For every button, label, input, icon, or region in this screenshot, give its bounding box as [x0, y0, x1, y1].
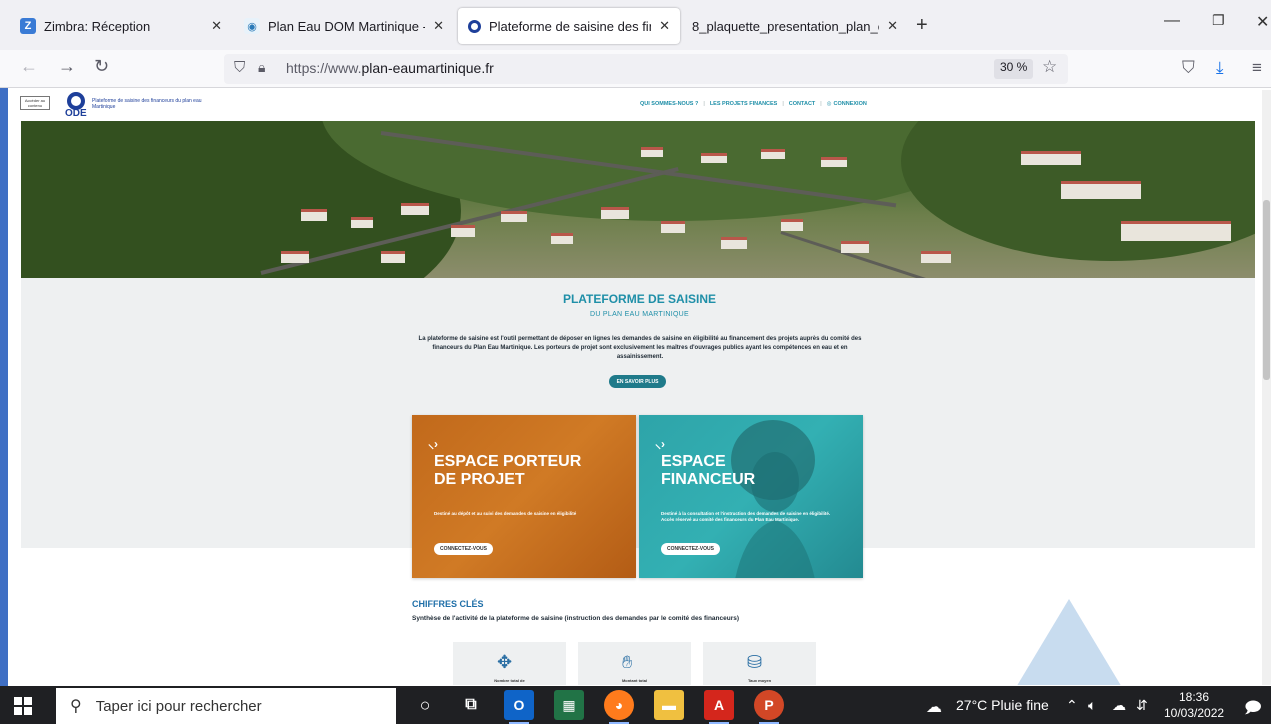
tracking-shield-icon[interactable]: ⛉: [234, 59, 245, 76]
zoom-level[interactable]: 30 %: [994, 59, 1034, 79]
windows-start-icon[interactable]: [14, 697, 32, 715]
notifications-icon[interactable]: 🗩: [1244, 697, 1262, 724]
restore-icon[interactable]: ❐: [1212, 12, 1225, 29]
portrait-image: [731, 420, 815, 578]
nav-projets-finances[interactable]: LES PROJETS FINANCES: [710, 101, 778, 107]
url-text[interactable]: https://www.plan-eaumartinique.fr: [286, 60, 494, 76]
windows-taskbar: ⚲ Taper ici pour rechercher ○ ⧉ O ▦ ◕ ▬ …: [0, 686, 1271, 724]
espace-financeur-card[interactable]: ⸜› ESPACE FINANCEUR Destiné à la consult…: [639, 415, 863, 578]
site-nav: QUI SOMMES-NOUS ? | LES PROJETS FINANCES…: [640, 101, 867, 107]
back-icon[interactable]: ←: [20, 56, 38, 77]
firefox-icon[interactable]: ◕: [604, 690, 634, 724]
stats-subtitle: Synthèse de l'activité de la plateforme …: [412, 615, 740, 622]
download-icon[interactable]: ⤓: [1216, 58, 1224, 78]
screen: Z Zimbra: Réception ✕ ◉ Plan Eau DOM Mar…: [0, 0, 1271, 724]
platform-description: La plateforme de saisine est l'outil per…: [418, 336, 862, 360]
window-edge: [0, 88, 8, 686]
card-description: Destiné à la consultation et l'instructi…: [661, 511, 831, 522]
outlook-icon[interactable]: O: [504, 690, 534, 724]
tab-plaquette[interactable]: 8_plaquette_presentation_plan_eau_ ✕: [682, 8, 908, 44]
onedrive-icon[interactable]: ☁: [1112, 697, 1126, 714]
acrobat-icon[interactable]: A: [704, 690, 734, 724]
hand-money-icon: ✋︎: [622, 652, 633, 672]
calculator-icon[interactable]: ▦: [554, 690, 584, 720]
close-tab-icon[interactable]: ✕: [211, 18, 222, 34]
pocket-icon[interactable]: ⛉: [1182, 58, 1195, 78]
card-description: Destiné au dépôt et au suivi des demande…: [434, 511, 577, 516]
intro-section: [21, 278, 1255, 548]
minimize-icon[interactable]: —: [1164, 12, 1180, 30]
cortana-icon[interactable]: ○: [410, 690, 440, 720]
tab-plateforme-saisine[interactable]: Plateforme de saisine des financ ✕: [458, 8, 680, 44]
search-icon: ⚲: [70, 698, 82, 715]
page-scrollbar[interactable]: [1262, 90, 1271, 685]
close-window-icon[interactable]: ✕: [1256, 12, 1269, 32]
ode-logo-text: ODE: [65, 108, 87, 119]
site-tagline: Plateforme de saisine des financeurs du …: [92, 98, 202, 110]
volume-icon[interactable]: 🔈︎: [1088, 697, 1096, 714]
close-tab-icon[interactable]: ✕: [433, 18, 444, 34]
powerpoint-icon[interactable]: P: [754, 690, 784, 724]
forward-icon[interactable]: →: [58, 56, 76, 77]
decorative-triangle: [1009, 599, 1129, 685]
ode-icon: [468, 19, 481, 33]
platform-subtitle: DU PLAN EAU MARTINIQUE: [589, 311, 690, 318]
card-title: ESPACE FINANCEUR: [661, 453, 756, 488]
observatoire-icon: ◉: [244, 18, 260, 34]
skip-link[interactable]: Accéder au contenu: [20, 96, 50, 110]
platform-title: PLATEFORME DE SAISINE: [562, 292, 717, 306]
tab-plan-eau-dom[interactable]: ◉ Plan Eau DOM Martinique - Ob ✕: [234, 8, 454, 44]
en-savoir-plus-button[interactable]: EN SAVOIR PLUS: [609, 375, 666, 388]
close-tab-icon[interactable]: ✕: [887, 18, 898, 34]
reload-icon[interactable]: ↻: [94, 56, 109, 77]
stats-title: CHIFFRES CLÉS: [412, 599, 484, 609]
network-icon[interactable]: ⇵: [1136, 697, 1148, 714]
stat-box-amount: ✋︎ Montant total: [578, 642, 691, 685]
spark-icon: ⸜›: [655, 437, 665, 451]
card-title: ESPACE PORTEUR DE PROJET: [434, 453, 582, 488]
weather-text[interactable]: 27°C Pluie fine: [956, 697, 1049, 713]
close-tab-icon[interactable]: ✕: [659, 18, 670, 34]
handshake-icon: ✥: [497, 652, 513, 672]
taskbar-search-input[interactable]: ⚲ Taper ici pour rechercher: [56, 688, 396, 724]
hero-aerial-image: [21, 121, 1255, 278]
nav-qui-sommes-nous[interactable]: QUI SOMMES-NOUS ?: [640, 101, 698, 107]
porteur-connect-button[interactable]: CONNECTEZ-VOUS: [434, 543, 493, 555]
nav-contact[interactable]: CONTACT: [789, 101, 815, 107]
coins-icon: ⛁: [747, 652, 763, 672]
stat-box-count: ✥ Nombre total de: [453, 642, 566, 685]
user-icon: ◎: [826, 101, 832, 107]
nav-connexion[interactable]: CONNEXION: [834, 101, 867, 107]
taskbar-clock[interactable]: 18:36 10/03/2022: [1164, 689, 1224, 721]
weather-cloud-icon[interactable]: ☁: [926, 697, 942, 717]
file-explorer-icon[interactable]: ▬: [654, 690, 684, 720]
lock-icon[interactable]: 🔒︎: [258, 59, 265, 76]
new-tab-button[interactable]: +: [916, 14, 928, 37]
browser-nav-bar: ← → ↻ ⛉ 🔒︎ https://www.plan-eaumartiniqu…: [0, 50, 1271, 88]
browser-tab-bar: Z Zimbra: Réception ✕ ◉ Plan Eau DOM Mar…: [0, 0, 1271, 50]
espace-porteur-card[interactable]: ⸜› ESPACE PORTEUR DE PROJET Destiné au d…: [412, 415, 636, 578]
bookmark-star-icon[interactable]: ☆: [1042, 57, 1057, 77]
zimbra-icon: Z: [20, 18, 36, 34]
menu-icon[interactable]: ≡: [1252, 58, 1262, 78]
task-view-icon[interactable]: ⧉: [456, 690, 486, 720]
scrollbar-thumb[interactable]: [1263, 200, 1270, 380]
stat-box-rate: ⛁ Taux moyen: [703, 642, 816, 685]
site-header: Accéder au contenu ODE Plateforme de sai…: [8, 89, 1271, 121]
spark-icon: ⸜›: [428, 437, 438, 451]
tab-zimbra[interactable]: Z Zimbra: Réception ✕: [10, 8, 232, 44]
financeur-connect-button[interactable]: CONNECTEZ-VOUS: [661, 543, 720, 555]
web-page: Accéder au contenu ODE Plateforme de sai…: [8, 89, 1271, 685]
show-hidden-icons-icon[interactable]: ⌃: [1066, 697, 1078, 714]
address-bar[interactable]: ⛉ 🔒︎ https://www.plan-eaumartinique.fr 3…: [224, 54, 1068, 84]
